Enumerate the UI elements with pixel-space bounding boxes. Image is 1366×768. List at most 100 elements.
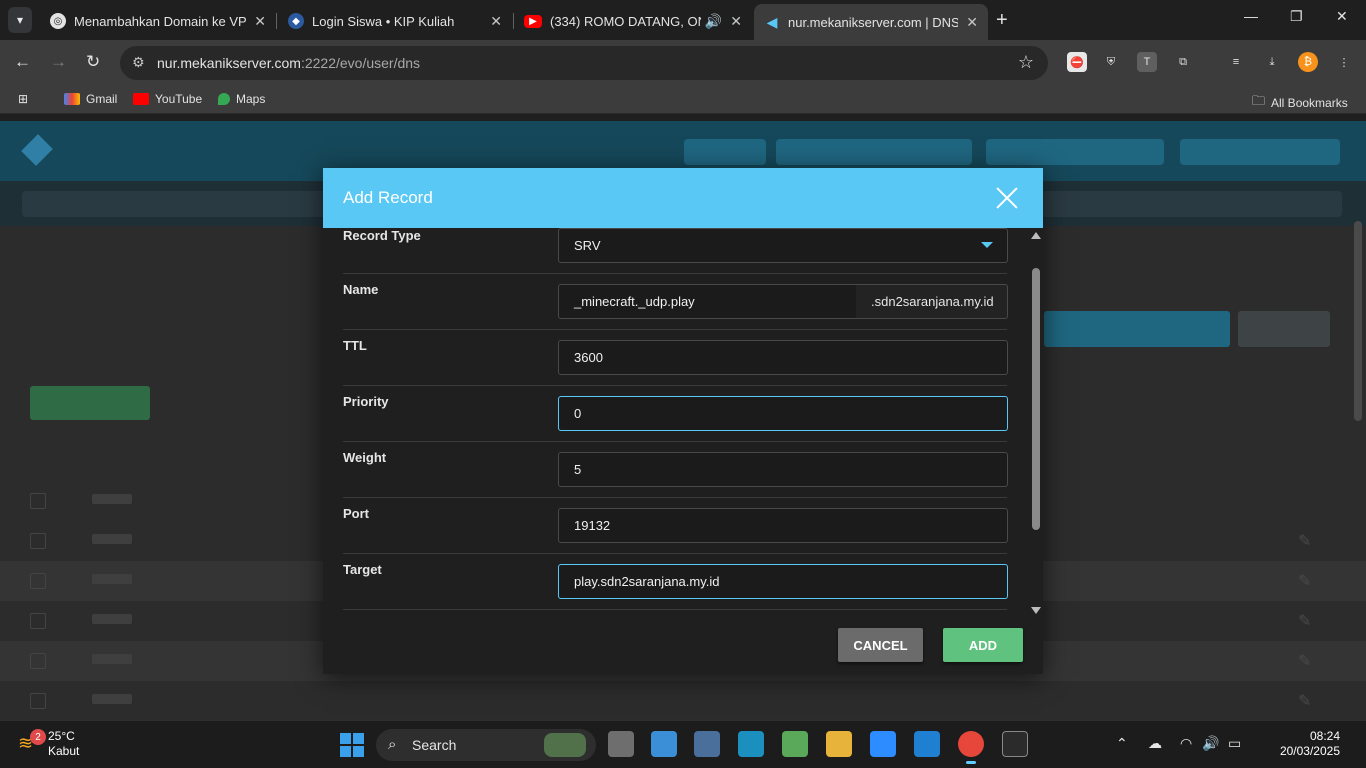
tab-login-siswa[interactable]: ◆ Login Siswa • KIP Kuliah ✕ — [278, 6, 512, 36]
globe-icon: ◎ — [50, 13, 66, 29]
onedrive-icon[interactable]: ☁ — [1148, 735, 1162, 752]
vscode-icon[interactable] — [914, 731, 940, 757]
windows-start-icon[interactable] — [340, 733, 364, 757]
header-menu-pill — [684, 139, 766, 165]
battery-icon[interactable]: ▭ — [1228, 735, 1241, 752]
chrome-icon[interactable] — [958, 731, 984, 764]
system-clock[interactable]: 08:24 20/03/2025 — [1280, 729, 1340, 759]
tab-youtube[interactable]: ▶ (334) ROMO DATANG, ONA 🔊 ✕ — [514, 6, 752, 36]
bookmark-maps[interactable]: Maps — [218, 92, 265, 106]
reload-icon[interactable]: ↻ — [86, 52, 100, 72]
close-icon[interactable] — [993, 184, 1021, 212]
weight-label: Weight — [343, 450, 387, 465]
download-icon[interactable]: ⤓ — [1262, 52, 1282, 72]
priority-input[interactable]: 0 — [558, 396, 1008, 431]
record-type-label: Record Type — [343, 228, 421, 243]
reading-list-icon[interactable]: ≡ — [1226, 52, 1246, 72]
file-explorer-icon[interactable] — [826, 731, 852, 757]
shield-extension-icon[interactable]: ⛨ — [1101, 52, 1121, 72]
background-primary-button — [1044, 311, 1230, 347]
restore-icon[interactable]: ❐ — [1290, 8, 1303, 25]
target-row: Target play.sdn2saranjana.my.id — [343, 554, 1008, 610]
close-tab-icon[interactable]: ✕ — [254, 13, 266, 30]
directadmin-icon: ◀ — [766, 13, 778, 30]
control-panel-icon[interactable] — [651, 731, 677, 757]
search-label: Search — [412, 737, 457, 753]
t-extension-icon[interactable]: T — [1137, 52, 1157, 72]
forward-arrow-icon[interactable]: → — [50, 52, 67, 72]
terminal-icon[interactable] — [1002, 731, 1028, 757]
bookmark-gmail[interactable]: Gmail — [64, 92, 117, 106]
site-info-icon[interactable]: ⚙ — [132, 54, 145, 71]
taskbar-search[interactable]: ⌕ Search — [376, 729, 596, 761]
page-scrollbar — [1354, 221, 1362, 421]
clock-time: 08:24 — [1309, 729, 1340, 743]
close-tab-icon[interactable]: ✕ — [490, 13, 502, 30]
network-sync-icon[interactable] — [782, 731, 808, 757]
volume-icon[interactable]: 🔊 — [1202, 735, 1219, 752]
windows-taskbar: ≋ 2 25°C Kabut ⌕ Search ⌃ ☁ ◠ 🔊 ▭ 08:24 … — [0, 720, 1366, 768]
minimize-icon[interactable]: — — [1244, 8, 1258, 24]
dialog-title: Add Record — [343, 188, 433, 207]
show-hidden-icons-chevron-icon[interactable]: ⌃ — [1116, 735, 1128, 752]
close-tab-icon[interactable]: ✕ — [730, 13, 742, 30]
dialog-scrollbar[interactable] — [1029, 228, 1043, 618]
weight-input[interactable]: 5 — [558, 452, 1008, 487]
add-button[interactable]: ADD — [943, 628, 1023, 662]
maps-pin-icon — [218, 93, 230, 105]
background-add-record-button — [30, 386, 150, 420]
address-bar[interactable]: ⚙ nur.mekanikserver.com:2222/evo/user/dn… — [120, 46, 1048, 80]
virtualbox-icon[interactable] — [694, 731, 720, 757]
tab-dns-management[interactable]: ◀ nur.mekanikserver.com | DNS M ✕ — [754, 4, 988, 40]
back-arrow-icon[interactable]: ← — [14, 52, 31, 72]
tab-menambahkan-domain[interactable]: ◎ Menambahkan Domain ke VPS ✕ — [40, 6, 276, 36]
apps-grid-icon[interactable]: ⊞ — [18, 92, 28, 106]
search-highlight-image — [544, 733, 586, 757]
weight-row: Weight 5 — [343, 442, 1008, 498]
table-row: ✎ — [0, 681, 1366, 720]
name-row: Name _minecraft._udp.play .sdn2saranjana… — [343, 274, 1008, 330]
target-input[interactable]: play.sdn2saranjana.my.id — [558, 564, 1008, 599]
browser-tab-strip: ▾ ◎ Menambahkan Domain ke VPS ✕ ◆ Login … — [0, 0, 1366, 40]
target-label: Target — [343, 562, 382, 577]
adblock-extension-icon[interactable]: ⛔ — [1067, 52, 1087, 72]
search-icon: ⌕ — [388, 736, 397, 753]
record-type-row: Record Type SRV — [343, 228, 1008, 274]
power-automate-icon[interactable] — [738, 731, 764, 757]
bitcoin-extension-icon[interactable]: ₿ — [1298, 52, 1318, 72]
tab-divider — [276, 13, 277, 29]
header-user-pill — [1180, 139, 1340, 165]
priority-row: Priority 0 — [343, 386, 1008, 442]
menu-kebab-icon[interactable]: ⋮ — [1334, 52, 1354, 72]
kip-kuliah-favicon-icon: ◆ — [288, 13, 304, 29]
close-tab-icon[interactable]: ✕ — [966, 14, 978, 31]
bookmark-star-icon[interactable]: ☆ — [1018, 52, 1034, 73]
directadmin-logo — [21, 134, 53, 166]
add-record-dialog: Add Record Record Type SRV Name _minecra… — [323, 168, 1043, 674]
bookmark-youtube[interactable]: YouTube — [133, 92, 202, 106]
youtube-icon: ▶ — [524, 14, 542, 28]
speaker-icon[interactable]: 🔊 — [705, 13, 722, 30]
domain-suffix: .sdn2saranjana.my.id — [856, 284, 1008, 319]
name-input[interactable]: _minecraft._udp.play — [558, 284, 857, 319]
ttl-row: TTL 3600 — [343, 330, 1008, 386]
record-type-select[interactable]: SRV — [558, 228, 1008, 263]
wifi-icon[interactable]: ◠ — [1180, 735, 1192, 752]
scrollbar-thumb[interactable] — [1032, 268, 1040, 530]
scroll-up-arrow-icon[interactable] — [1031, 232, 1041, 239]
extensions-puzzle-icon[interactable]: ⧉ — [1173, 52, 1193, 72]
temperature: 25°C — [48, 729, 75, 743]
cancel-button[interactable]: CANCEL — [838, 628, 923, 662]
all-bookmarks-folder[interactable]: 🗀 All Bookmarks — [1252, 92, 1348, 114]
tab-search-chevron-icon[interactable]: ▾ — [8, 7, 32, 33]
cloud-drive-icon[interactable] — [870, 731, 896, 757]
port-input[interactable]: 19132 — [558, 508, 1008, 543]
weather-widget[interactable]: ≋ 2 25°C Kabut — [18, 729, 79, 759]
close-window-icon[interactable]: ✕ — [1336, 8, 1348, 25]
port-row: Port 19132 — [343, 498, 1008, 554]
new-tab-button[interactable]: + — [996, 9, 1008, 32]
task-view-icon[interactable] — [608, 731, 634, 757]
port-label: Port — [343, 506, 369, 521]
ttl-input[interactable]: 3600 — [558, 340, 1008, 375]
scroll-down-arrow-icon[interactable] — [1031, 607, 1041, 614]
